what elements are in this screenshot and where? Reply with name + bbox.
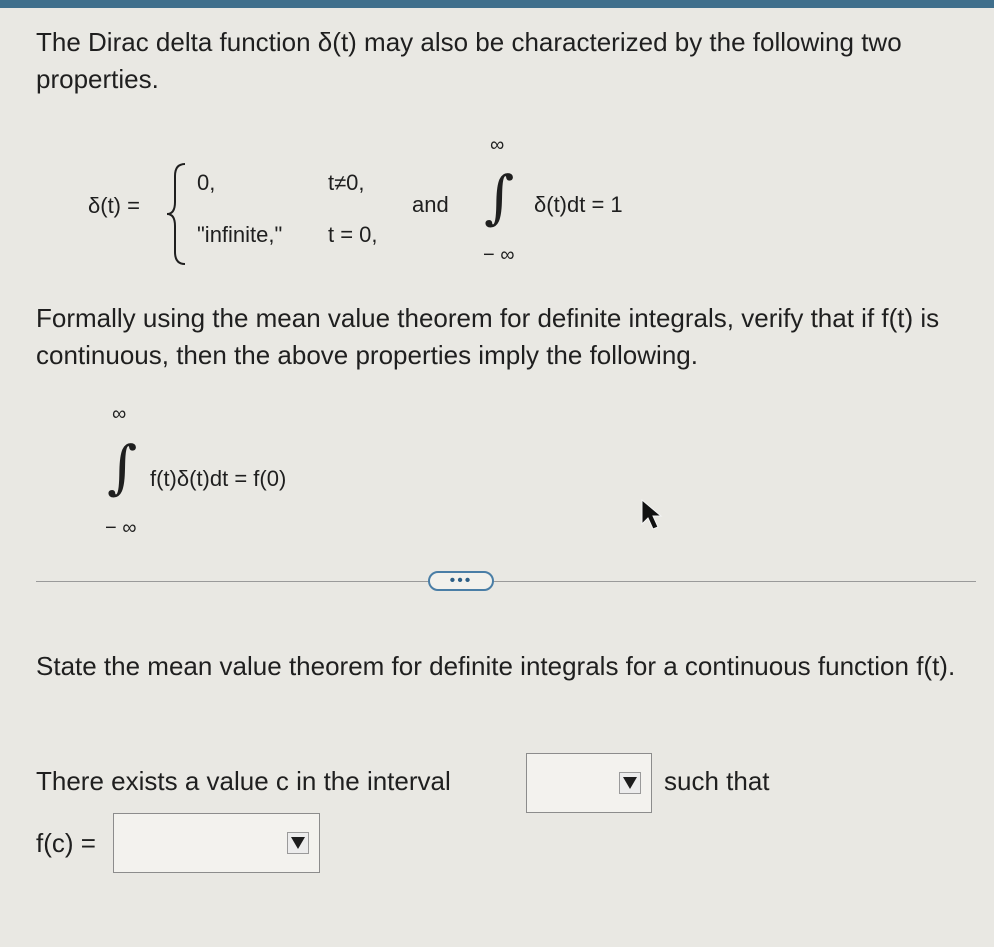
chevron-down-icon[interactable]	[287, 832, 309, 854]
case2-condition: t = 0,	[328, 222, 378, 247]
formally-text: Formally using the mean value theorem fo…	[36, 303, 940, 370]
identity-upper-limit: ∞	[112, 403, 127, 425]
integral-sign-icon: ∫	[484, 163, 515, 231]
chevron-down-icon[interactable]	[619, 772, 641, 794]
section-divider	[36, 581, 976, 582]
such-that-text: such that	[664, 766, 770, 796]
mouse-cursor-icon	[641, 498, 663, 530]
fc-label: f(c) =	[36, 828, 96, 858]
identity-expression: f(t)δ(t)dt = f(0)	[150, 466, 287, 491]
left-brace	[166, 163, 186, 265]
delta-lhs: δ(t) =	[88, 193, 140, 218]
intro-text: The Dirac delta function δ(t) may also b…	[36, 27, 902, 94]
state-prompt: State the mean value theorem for definit…	[36, 651, 956, 681]
exists-text: There exists a value c in the interval	[36, 766, 451, 796]
delta-integral-expression: δ(t)dt = 1	[534, 192, 623, 217]
integral-upper-limit: ∞	[490, 134, 505, 156]
show-more-button[interactable]: •••	[428, 571, 494, 591]
interval-select[interactable]	[526, 753, 652, 813]
case2-value: "infinite,"	[197, 222, 283, 247]
case1-value: 0,	[197, 170, 216, 195]
top-accent-bar	[0, 0, 994, 8]
case1-condition: t≠0,	[328, 170, 365, 195]
and-text: and	[412, 192, 449, 217]
identity-lower-limit: − ∞	[105, 517, 137, 539]
identity-integral-sign-icon: ∫	[107, 433, 138, 501]
fc-select[interactable]	[113, 813, 320, 873]
integral-lower-limit: − ∞	[483, 244, 515, 266]
